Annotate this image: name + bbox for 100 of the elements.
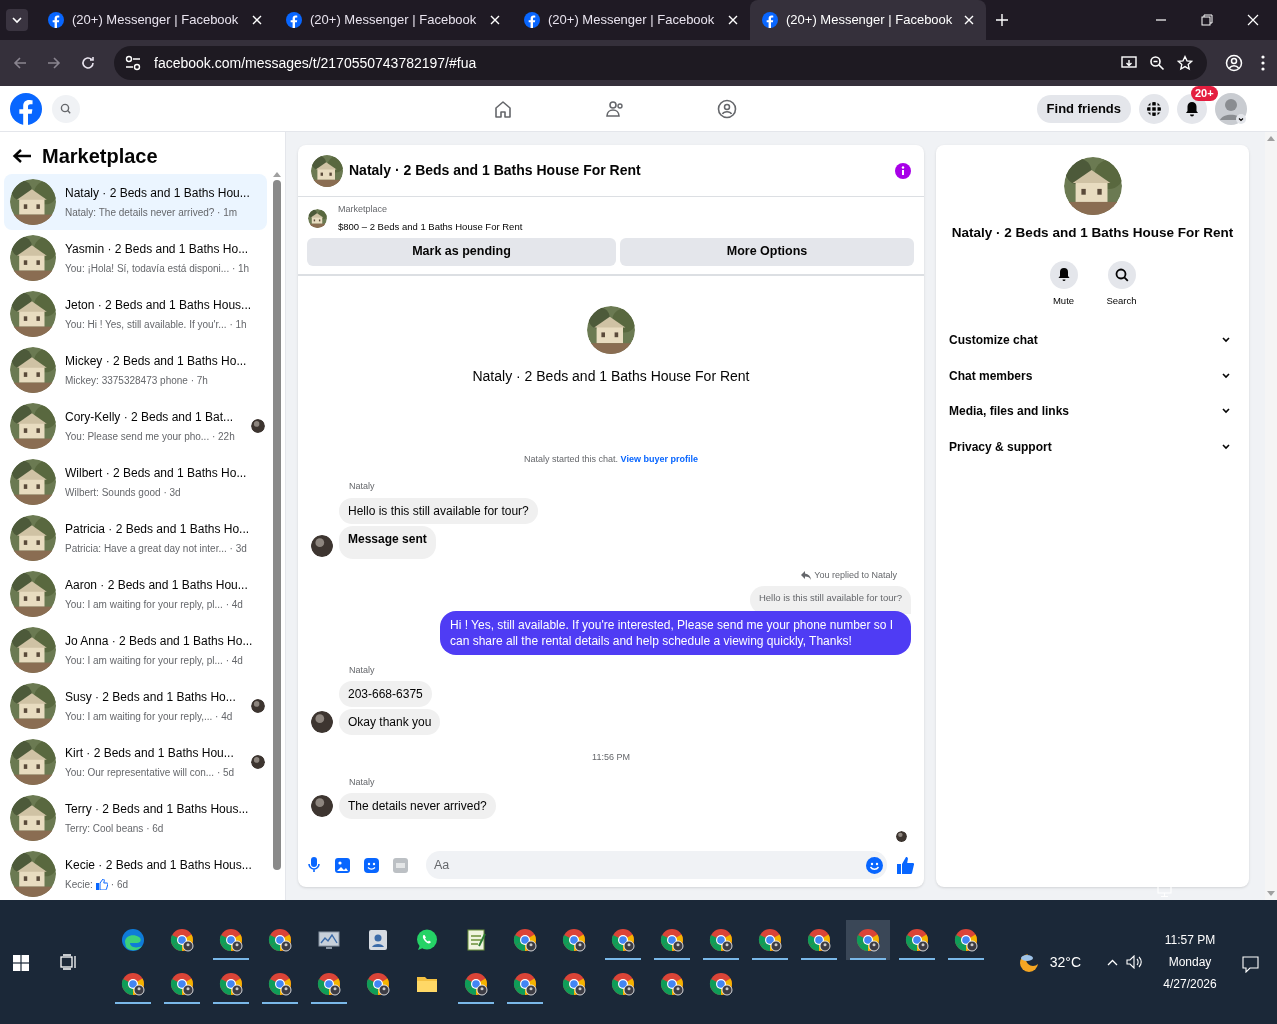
details-section-item[interactable]: Chat members (949, 358, 1236, 394)
sender-name: Nataly (349, 480, 376, 494)
browser-tab[interactable]: (20+) Messenger | Facebook (274, 0, 512, 40)
facebook-logo-icon[interactable] (10, 92, 42, 125)
clock-date: 4/27/2026 (1163, 976, 1217, 993)
sticker-icon[interactable] (364, 857, 379, 873)
chrome-browser-icon (513, 928, 537, 952)
thumbs-up-icon[interactable] (897, 856, 914, 874)
more-options-button[interactable]: More Options (620, 237, 914, 266)
conversation-item[interactable]: Kecie · 2 Beds and 1 Baths Hous... Kecie: · 6d (4, 846, 267, 900)
photo-icon[interactable] (335, 857, 350, 873)
reply-arrow-icon (801, 571, 812, 580)
close-icon[interactable] (728, 15, 738, 25)
read-receipt-avatar (896, 831, 907, 842)
message-input[interactable]: Aa (434, 855, 866, 875)
reload-icon[interactable] (80, 55, 96, 71)
site-settings-icon[interactable] (124, 54, 142, 72)
windows-start-icon[interactable] (13, 955, 29, 971)
page-scrollbar[interactable] (1265, 132, 1277, 900)
close-icon[interactable] (964, 15, 974, 25)
sender-name: Nataly (349, 663, 376, 677)
chrome-browser-icon (807, 928, 831, 952)
search-button[interactable]: Search (1106, 261, 1137, 309)
find-friends-button[interactable]: Find friends (1036, 94, 1131, 123)
microphone-icon[interactable] (308, 857, 320, 873)
chevron-up-icon[interactable] (1107, 958, 1118, 966)
listing-text: $800 – 2 Beds and 1 Baths House For Rent (338, 219, 523, 234)
chrome-browser-icon (268, 928, 292, 952)
friends-icon[interactable] (605, 98, 625, 119)
browser-tab[interactable]: (20+) Messenger | Facebook (36, 0, 274, 40)
mark-pending-button[interactable]: Mark as pending (307, 237, 616, 266)
zoom-icon[interactable] (1149, 55, 1165, 71)
conversation-preview: You: ¡Hola! Sí, todavía está disponi... · 1h (65, 262, 251, 276)
conversation-title: Kirt · 2 Beds and 1 Baths Hou... (65, 745, 235, 762)
conversation-item[interactable]: Jo Anna · 2 Beds and 1 Baths Ho... You: I am waiting for your reply, pl... · 4d (4, 622, 267, 678)
mute-button[interactable]: Mute (1048, 261, 1079, 309)
conversation-item[interactable]: Terry · 2 Beds and 1 Baths Hous... Terry: Cool beans · 6d (4, 790, 267, 846)
conversation-item[interactable]: Mickey · 2 Beds and 1 Baths Ho... Mickey: 3375328473 phone · 7h (4, 342, 267, 398)
conversation-preview: Terry: Cool beans · 6d (65, 822, 165, 836)
message-bubble: Message sent (339, 525, 436, 559)
chat-title: Nataly · 2 Beds and 1 Baths House For Rent (349, 161, 642, 180)
home-icon[interactable] (493, 98, 513, 119)
facebook-logo-icon (762, 12, 778, 28)
chrome-browser-icon (366, 972, 390, 996)
conversation-preview: You: Our representative will con... · 5d (65, 766, 236, 780)
new-tab-plus-icon[interactable] (996, 14, 1008, 26)
conversation-item[interactable]: Yasmin · 2 Beds and 1 Baths Ho... You: ¡Hola! Sí, todavía está disponi... · 1h (4, 230, 267, 286)
account-avatar-icon[interactable] (1215, 92, 1247, 125)
message-field[interactable]: Aa (426, 851, 887, 879)
details-section-item[interactable]: Customize chat (949, 322, 1236, 358)
url-text: facebook.com/messages/t/2170550743782197/#fua (154, 53, 478, 73)
tab-list-dropdown-icon[interactable] (6, 9, 28, 31)
emoji-icon[interactable] (866, 856, 883, 874)
browser-tab[interactable]: (20+) Messenger | Facebook (750, 0, 986, 40)
chrome-browser-icon (758, 928, 782, 952)
chrome-browser-icon (219, 928, 243, 952)
weather-temperature: 32°C (1049, 952, 1081, 972)
house-photo-avatar (10, 795, 56, 841)
bookmark-star-icon[interactable] (1177, 55, 1193, 71)
chrome-browser-icon (856, 928, 880, 952)
conversation-item[interactable]: Susy · 2 Beds and 1 Baths Ho... You: I am waiting for your reply,... · 4d (4, 678, 267, 734)
conversation-item[interactable]: Patricia · 2 Beds and 1 Baths Ho... Patricia: Have a great day not inter... · 3d (4, 510, 267, 566)
conversation-item[interactable]: Jeton · 2 Beds and 1 Baths Hous... You: Hi ! Yes, still available. If you'r... · 1h (4, 286, 267, 342)
chrome-browser-icon (464, 972, 488, 996)
close-icon[interactable] (490, 15, 500, 25)
tab-title: (20+) Messenger | Facebook (72, 11, 240, 30)
conversation-time: · 6d (110, 878, 129, 892)
browser-tab[interactable]: (20+) Messenger | Facebook (512, 0, 750, 40)
close-icon[interactable] (252, 15, 262, 25)
chrome-browser-icon (219, 972, 243, 996)
details-section-item[interactable]: Media, files and links (949, 393, 1236, 429)
info-icon[interactable] (895, 162, 911, 179)
conversation-item[interactable]: Nataly · 2 Beds and 1 Baths Hou... Nataly: The details never arrived? · 1m (4, 174, 267, 230)
taskbar-app-button[interactable] (846, 920, 890, 960)
speaker-icon[interactable] (1126, 955, 1142, 969)
chevron-down-icon (1222, 443, 1230, 450)
message-bubble: Okay thank you (339, 709, 441, 735)
address-bar[interactable]: facebook.com/messages/t/2170550743782197/#fua (114, 46, 1207, 80)
apps-grid-icon[interactable] (1139, 93, 1169, 124)
install-app-icon[interactable] (1121, 55, 1137, 71)
notepad-icon (464, 928, 488, 952)
conversation-item[interactable]: Kirt · 2 Beds and 1 Baths Hou... You: Our representative will con... · 5d (4, 734, 267, 790)
task-view-icon[interactable] (60, 954, 78, 970)
search-icon[interactable] (52, 94, 80, 123)
conversation-item[interactable]: Wilbert · 2 Beds and 1 Baths Ho... Wilbert: Sounds good · 3d (4, 454, 267, 510)
view-buyer-profile-link[interactable]: View buyer profile (620, 453, 698, 464)
notification-center-icon[interactable] (1242, 955, 1259, 973)
more-menu-icon[interactable] (1261, 55, 1265, 71)
forward-arrow-icon[interactable] (46, 55, 62, 71)
profile-icon[interactable] (1225, 54, 1243, 72)
close-icon[interactable] (1247, 14, 1259, 26)
restore-icon[interactable] (1201, 14, 1213, 26)
conversation-item[interactable]: Aaron · 2 Beds and 1 Baths Hou... You: I am waiting for your reply, pl... · 4d (4, 566, 267, 622)
message-bubble: Hello is this still available for tour? (339, 497, 538, 524)
groups-icon[interactable] (717, 98, 737, 119)
house-photo-avatar (10, 459, 56, 505)
conversation-item[interactable]: Cory-Kelly · 2 Beds and 1 Bat... You: Please send me your pho... · 22h (4, 398, 267, 454)
chrome-browser-icon (170, 972, 194, 996)
back-arrow-icon[interactable] (12, 148, 32, 164)
details-section-item[interactable]: Privacy & support (949, 429, 1236, 465)
